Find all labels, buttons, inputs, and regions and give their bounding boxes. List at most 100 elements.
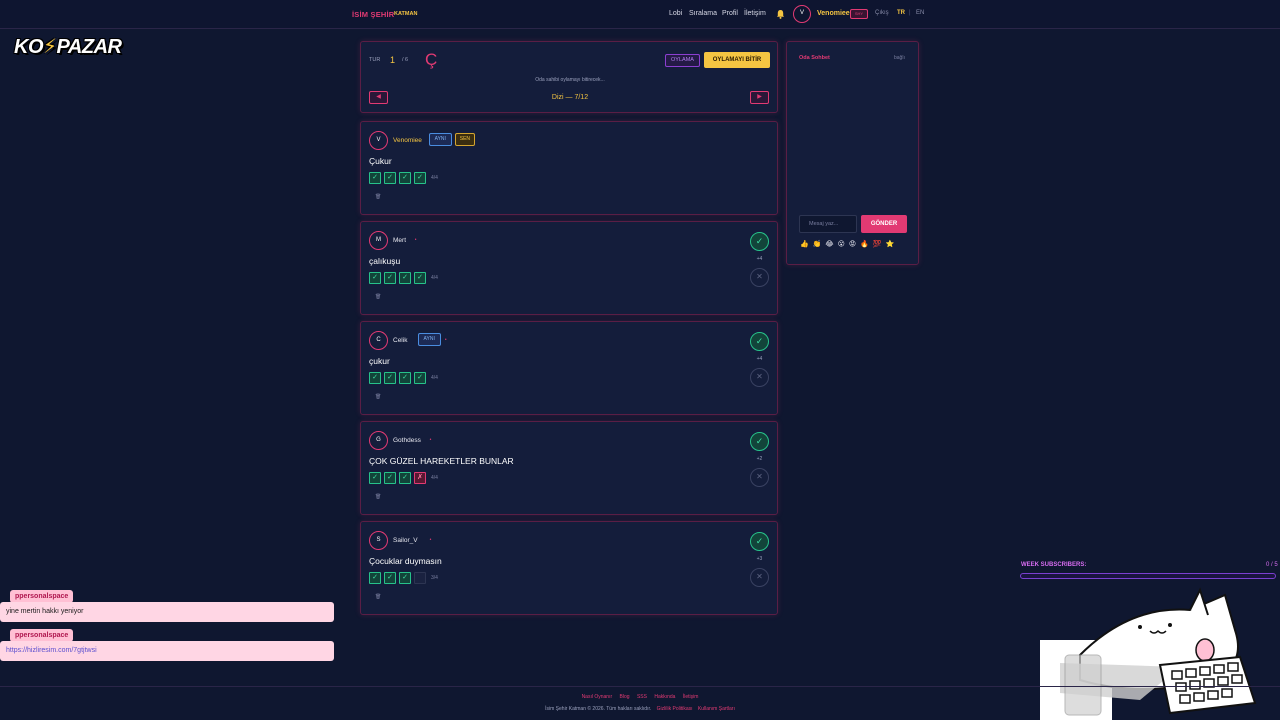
lang-tr[interactable]: TR bbox=[897, 10, 905, 16]
nav-link-ranking[interactable]: Sıralama bbox=[689, 10, 717, 17]
stream-logo: KO⚡PAZAR bbox=[14, 36, 122, 58]
player-avatar: C bbox=[369, 331, 388, 350]
subs-progress-bar bbox=[1020, 573, 1276, 579]
x-icon: ✕ bbox=[756, 372, 763, 381]
footer-link-privacy[interactable]: Gizlilik Politikası bbox=[657, 706, 693, 712]
reject-button[interactable]: ✕ bbox=[750, 368, 769, 387]
send-button[interactable]: GÖNDER bbox=[861, 215, 907, 233]
round-note: Oda sahibi oylamayı bitirecek... bbox=[535, 77, 605, 83]
chat-input[interactable]: Mesaj yaz... bbox=[799, 215, 857, 233]
category-label: Dizi — 7/12 bbox=[551, 94, 589, 101]
bell-icon[interactable] bbox=[776, 9, 785, 21]
copyright-text: İsim Şehir Katman © 2026. Tüm hakları sa… bbox=[545, 706, 652, 712]
vote-box-yes: ✓ bbox=[414, 272, 426, 284]
trash-icon[interactable]: 🗑 bbox=[375, 294, 381, 300]
reject-button[interactable]: ✕ bbox=[750, 568, 769, 587]
vote-box-yes: ✓ bbox=[369, 272, 381, 284]
round-letter: Ç bbox=[425, 50, 438, 69]
score-badge: +4 bbox=[756, 256, 763, 262]
vote-count: 4/4 bbox=[431, 275, 438, 281]
brand-name[interactable]: İSİM ŞEHİR bbox=[352, 10, 394, 19]
trash-icon[interactable]: 🗑 bbox=[375, 494, 381, 500]
footer-link-contact[interactable]: İletişim bbox=[683, 694, 699, 700]
nav-link-profile[interactable]: Profil bbox=[722, 10, 738, 17]
status-dot: • bbox=[429, 437, 432, 443]
approve-button[interactable]: ✓ bbox=[750, 532, 769, 551]
stream-chat-message: yine mertin hakkı yeniyor bbox=[0, 602, 334, 622]
logout-link[interactable]: Çıkış bbox=[875, 10, 889, 16]
reject-button[interactable]: ✕ bbox=[750, 468, 769, 487]
answer-text: ÇOK GÜZEL HAREKETLER BUNLAR bbox=[369, 456, 514, 466]
user-avatar[interactable]: V bbox=[793, 5, 811, 23]
vote-box-yes: ✓ bbox=[399, 572, 411, 584]
footer-link-faq[interactable]: SSS bbox=[637, 694, 647, 700]
vote-box-empty bbox=[414, 572, 426, 584]
nav-link-lobby[interactable]: Lobi bbox=[669, 10, 682, 17]
x-icon: ✕ bbox=[756, 272, 763, 281]
trash-icon[interactable]: 🗑 bbox=[375, 394, 381, 400]
player-name: Sailor_V bbox=[393, 537, 418, 544]
trash-icon[interactable]: 🗑 bbox=[375, 594, 381, 600]
status-dot: • bbox=[414, 237, 417, 243]
vote-box-no: ✗ bbox=[414, 472, 426, 484]
subs-count: 0 / 5 bbox=[1266, 562, 1278, 568]
vote-box-yes: ✓ bbox=[369, 572, 381, 584]
score-badge: +4 bbox=[756, 356, 763, 362]
vote-box-yes: ✓ bbox=[399, 172, 411, 184]
footer-link-terms[interactable]: Kullanım Şartları bbox=[698, 706, 735, 712]
you-tag: SEN bbox=[455, 133, 475, 146]
lang-en[interactable]: EN bbox=[916, 10, 924, 16]
vote-box-yes: ✓ bbox=[369, 372, 381, 384]
player-avatar: M bbox=[369, 231, 388, 250]
vote-count: 3/4 bbox=[431, 575, 438, 581]
finish-voting-button[interactable]: OYLAMAYI BİTİR bbox=[704, 52, 770, 68]
footer-divider bbox=[0, 686, 1280, 687]
footer-link-about[interactable]: Hakkında bbox=[654, 694, 675, 700]
player-name: Gothdess bbox=[393, 437, 421, 444]
same-answer-tag: AYNI bbox=[428, 133, 452, 146]
player-name: Celik bbox=[393, 337, 408, 344]
subs-label: WEEK SUBSCRIBERS: bbox=[1021, 562, 1087, 568]
vote-box-yes: ✓ bbox=[384, 172, 396, 184]
user-badge: SHY bbox=[850, 9, 868, 19]
round-number: 1 bbox=[390, 55, 396, 65]
approve-button[interactable]: ✓ bbox=[750, 332, 769, 351]
trash-icon[interactable]: 🗑 bbox=[375, 194, 381, 200]
player-name: Venomiee bbox=[393, 137, 422, 144]
vote-box-yes: ✓ bbox=[399, 272, 411, 284]
answer-text: çalıkuşu bbox=[369, 256, 401, 266]
vote-box-yes: ✓ bbox=[399, 472, 411, 484]
next-category-button[interactable]: ▶ bbox=[750, 91, 769, 104]
lang-separator: | bbox=[909, 10, 911, 16]
top-nav: İSİM ŞEHİR KATMAN Lobi Sıralama Profil İ… bbox=[0, 0, 1280, 29]
nav-username[interactable]: Venomiee bbox=[817, 10, 850, 17]
chat-title: Oda Sohbet bbox=[799, 55, 830, 61]
vote-box-yes: ✓ bbox=[384, 472, 396, 484]
approve-button[interactable]: ✓ bbox=[750, 432, 769, 451]
check-icon: ✓ bbox=[755, 536, 764, 546]
nav-link-contact[interactable]: İletişim bbox=[744, 10, 766, 17]
answer-text: çukur bbox=[369, 356, 390, 366]
answer-card: G Gothdess • ÇOK GÜZEL HAREKETLER BUNLAR ✓ ✓ ✓… bbox=[360, 421, 778, 515]
footer-link-blog[interactable]: Blog bbox=[620, 694, 630, 700]
answer-card: M Mert • çalıkuşu ✓ ✓ ✓ ✓ 4/4 🗑 ✓ +4 ✕ bbox=[360, 221, 778, 315]
footer-link-how-to-play[interactable]: Nasıl Oynanır bbox=[582, 694, 613, 700]
chat-status: bağlı bbox=[894, 55, 905, 61]
arrow-right-icon: ▶ bbox=[757, 94, 762, 100]
x-icon: ✕ bbox=[756, 472, 763, 481]
vote-box-yes: ✓ bbox=[369, 472, 381, 484]
brand-tag: KATMAN bbox=[394, 11, 418, 17]
answer-text: Çukur bbox=[369, 156, 392, 166]
vote-box-yes: ✓ bbox=[414, 372, 426, 384]
reject-button[interactable]: ✕ bbox=[750, 268, 769, 287]
vote-box-yes: ✓ bbox=[384, 272, 396, 284]
approve-button[interactable]: ✓ bbox=[750, 232, 769, 251]
footer-copyright: İsim Şehir Katman © 2026. Tüm hakları sa… bbox=[0, 706, 1280, 712]
answer-card: C Celik AYNI • çukur ✓ ✓ ✓ ✓ 4/4 🗑 ✓ +4 ✕ bbox=[360, 321, 778, 415]
round-total: / 6 bbox=[402, 57, 409, 63]
status-dot: • bbox=[444, 337, 447, 343]
score-badge: +2 bbox=[756, 456, 763, 462]
emoji-bar[interactable]: 👍👏😂😮😡🔥💯⭐ bbox=[800, 240, 898, 248]
vote-box-yes: ✓ bbox=[384, 572, 396, 584]
vote-box-yes: ✓ bbox=[384, 372, 396, 384]
